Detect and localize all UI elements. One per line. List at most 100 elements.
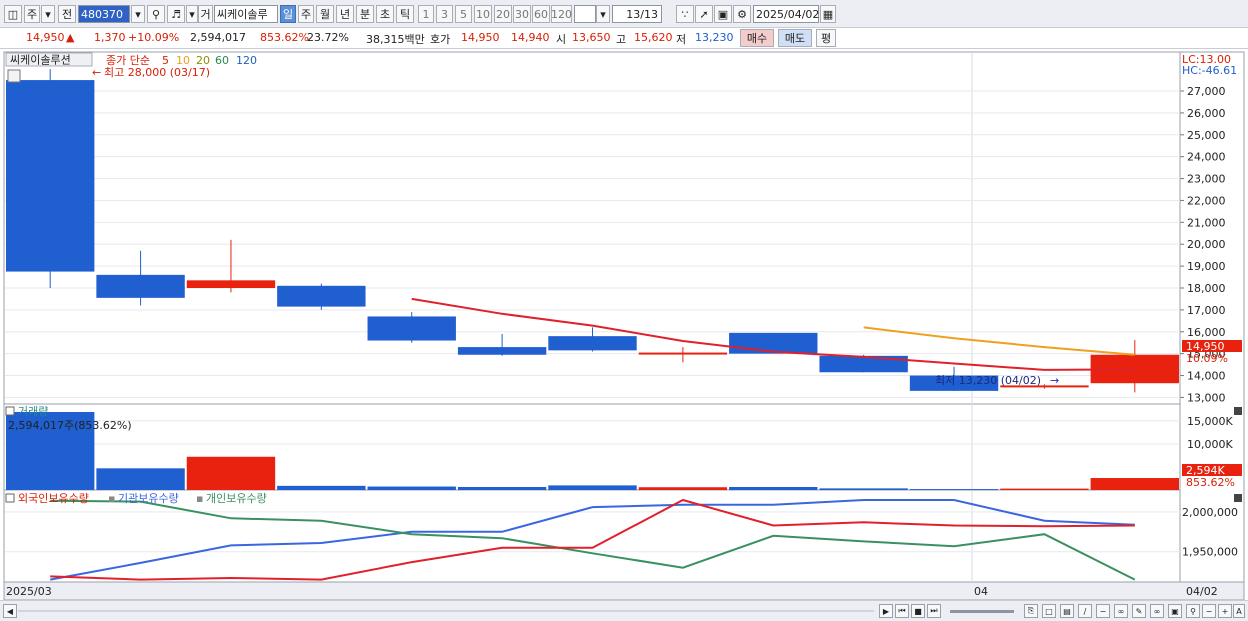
volume-pct: 853.62% <box>260 31 309 44</box>
holding-panel-frame <box>3 489 1181 583</box>
calendar-icon[interactable]: ▦ <box>820 5 836 23</box>
ma60-legend: 60 <box>215 54 229 67</box>
interval-3-button[interactable]: 3 <box>436 5 453 23</box>
x-axis-left-label: 2025/03 <box>6 585 52 598</box>
period-second-tab[interactable]: 초 <box>376 5 394 23</box>
fib-tool-icon[interactable]: ∞ <box>1114 604 1128 618</box>
zoom-in-icon[interactable]: + <box>1218 604 1232 618</box>
font-size-icon[interactable]: A <box>1233 604 1245 618</box>
scrollbar-track[interactable] <box>18 610 874 612</box>
interval-dropdown-icon[interactable]: ▾ <box>596 5 610 23</box>
date-input[interactable]: 2025/04/02 <box>753 5 819 23</box>
panel-icon[interactable]: ▤ <box>1060 604 1074 618</box>
x-axis-right-label: 04/02 <box>1186 585 1218 598</box>
holding-close-icon[interactable] <box>1234 494 1242 502</box>
interval-1-button[interactable]: 1 <box>418 5 434 23</box>
line-tool-icon[interactable]: ∕ <box>1078 604 1092 618</box>
quote-bar: 14,950 ▲ 1,370 +10.09% 2,594,017 853.62%… <box>0 28 1248 49</box>
scroll-left-icon[interactable]: ◀ <box>3 604 17 618</box>
rewind-icon[interactable]: ⏮ <box>895 604 909 618</box>
volume-bar <box>819 488 908 490</box>
volume-close-icon[interactable] <box>1234 407 1242 415</box>
link-icon[interactable]: ∞ <box>1150 604 1164 618</box>
draw-tool-icon[interactable]: ➚ <box>695 5 713 23</box>
copy-icon[interactable]: ⎘ <box>1024 604 1038 618</box>
holding-collapse-icon[interactable] <box>5 493 15 503</box>
zoom-icon[interactable]: ⚲ <box>1186 604 1200 618</box>
x-axis-frame <box>3 581 1245 601</box>
price-tick-label: 13,000 <box>1187 391 1226 404</box>
chart-area[interactable]: 27,000 26,000 25,000 24,000 23,000 22,000 21,0… <box>0 50 1248 601</box>
count-field[interactable]: 13/13 <box>612 5 662 23</box>
buy-button[interactable]: 매수 <box>740 29 774 47</box>
hc-label: HC:-46.61 <box>1182 64 1237 77</box>
search-icon[interactable]: ⚲ <box>147 5 165 23</box>
interval-30-button[interactable]: 30 <box>513 5 531 23</box>
interval-120-button[interactable]: 120 <box>551 5 572 23</box>
volume-collapse-icon[interactable] <box>5 406 15 416</box>
price-pct-tag: 10.09% <box>1186 352 1228 365</box>
open-label: 시 <box>556 33 567 46</box>
candle-body <box>96 274 185 298</box>
low-arrow-icon: → <box>1050 374 1059 387</box>
stock-chart[interactable]: 27,000 26,000 25,000 24,000 23,000 22,000 21,0… <box>0 50 1248 601</box>
layout-icon[interactable]: ◫ <box>4 5 22 23</box>
candle-body <box>729 332 818 354</box>
price-tick-label: 16,000 <box>1187 326 1226 339</box>
price-tick-label: 20,000 <box>1187 238 1226 251</box>
compare-icon[interactable]: ∵ <box>676 5 694 23</box>
window2-icon[interactable]: ▣ <box>1168 604 1182 618</box>
speaker-dropdown-icon[interactable]: ▾ <box>186 5 198 23</box>
stop-icon[interactable]: ■ <box>911 604 925 618</box>
price-tick-label: 22,000 <box>1187 194 1226 207</box>
interval-20-button[interactable]: 20 <box>494 5 512 23</box>
zoom-slider[interactable] <box>950 610 1014 613</box>
candle-body <box>548 336 637 351</box>
extra-button[interactable]: 평 <box>816 29 836 47</box>
interval-custom-input[interactable] <box>574 5 596 23</box>
window-icon[interactable]: □ <box>1042 604 1056 618</box>
stock-code-input[interactable]: 480370 <box>78 5 130 23</box>
candle-body <box>277 285 366 307</box>
low-price: 13,230 <box>695 31 734 44</box>
save-icon[interactable]: ▣ <box>714 5 732 23</box>
period-week-tab[interactable]: 주 <box>298 5 314 23</box>
pen-tool-icon[interactable]: ✎ <box>1132 604 1146 618</box>
volume-pct-tag: 853.62% <box>1186 476 1235 489</box>
scroll-right-icon[interactable]: ▶ <box>879 604 893 618</box>
candle-body <box>6 80 95 272</box>
high-label: 고 <box>616 33 627 46</box>
legend-separator: ▪ <box>196 492 203 505</box>
interval-60-button[interactable]: 60 <box>532 5 550 23</box>
market-select[interactable]: 주 <box>24 5 40 23</box>
market-dropdown-icon[interactable]: ▾ <box>41 5 55 23</box>
stock-name-tab-label: 씨케이솔루션 <box>10 54 71 67</box>
code-dropdown-icon[interactable]: ▾ <box>131 5 145 23</box>
ma120-legend: 120 <box>236 54 257 67</box>
open-price: 13,650 <box>572 31 611 44</box>
interval-10-button[interactable]: 10 <box>474 5 492 23</box>
foreign-legend: 외국인보유수량 <box>18 492 89 505</box>
price-change: 1,370 <box>94 31 126 44</box>
period-day-tab[interactable]: 일 <box>280 5 296 23</box>
volume-bar <box>1000 488 1089 490</box>
period-tick-tab[interactable]: 틱 <box>396 5 414 23</box>
trade-button[interactable]: 거 <box>198 5 213 23</box>
table-toggle-icon[interactable] <box>7 69 21 83</box>
period-year-tab[interactable]: 년 <box>336 5 354 23</box>
trend-tool-icon[interactable]: − <box>1096 604 1110 618</box>
period-minute-tab[interactable]: 분 <box>356 5 374 23</box>
volume-bar <box>638 487 728 490</box>
institution-legend: 기관보유수량 <box>118 492 179 505</box>
trade-amount: 38,315백만 <box>366 33 425 46</box>
interval-5-button[interactable]: 5 <box>455 5 472 23</box>
period-month-tab[interactable]: 월 <box>316 5 334 23</box>
high-note: 최고 28,000 (03/17) <box>104 66 210 79</box>
gear-icon[interactable]: ⚙ <box>733 5 751 23</box>
speaker-icon[interactable]: ♬ <box>167 5 185 23</box>
fast-forward-icon[interactable]: ⏭ <box>927 604 941 618</box>
volume-tick-label: 15,000K <box>1187 415 1233 428</box>
zoom-out-icon[interactable]: − <box>1202 604 1216 618</box>
sell-button[interactable]: 매도 <box>778 29 812 47</box>
prev-button[interactable]: 전 <box>58 5 76 23</box>
